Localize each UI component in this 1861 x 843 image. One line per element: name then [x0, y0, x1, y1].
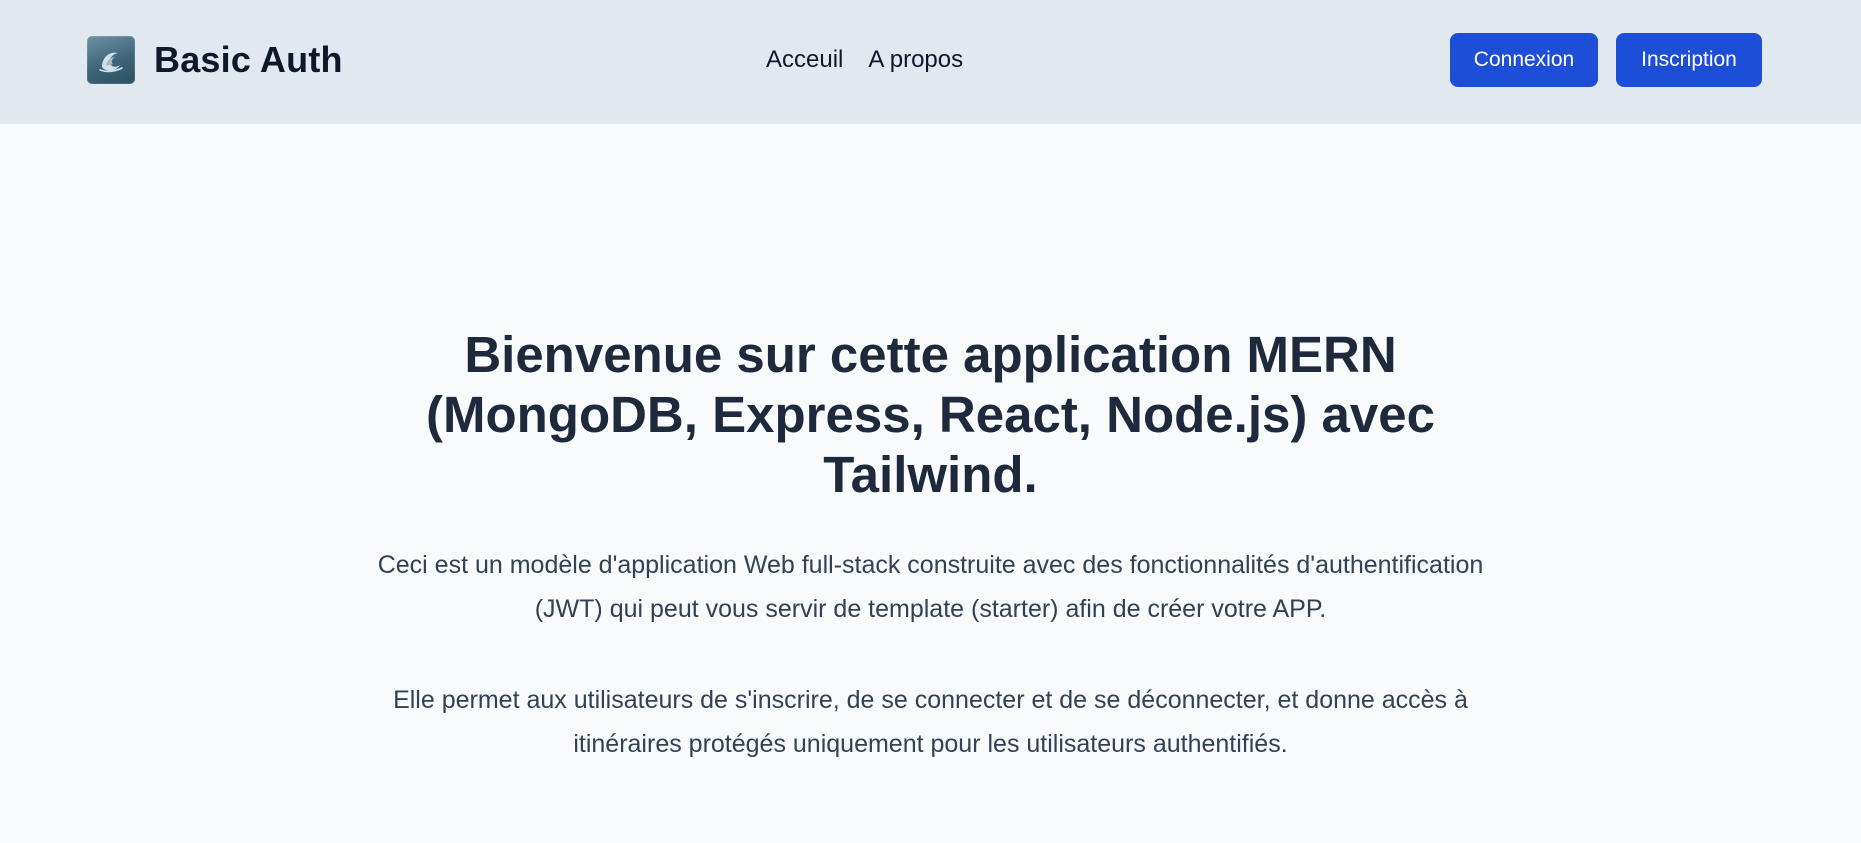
hero-title: Bienvenue sur cette application MERN (Mo…: [426, 326, 1435, 503]
wave-icon[interactable]: [87, 36, 135, 84]
nav-link-home[interactable]: Acceuil: [766, 46, 843, 74]
hero-section: Bienvenue sur cette application MERN (Mo…: [0, 325, 1861, 766]
hero-features: Elle permet aux utilisateurs de s'inscri…: [393, 686, 1468, 758]
brand-name: Basic Auth: [154, 39, 343, 80]
hero-description: Ceci est un modèle d'application Web ful…: [377, 551, 1484, 623]
navbar: Basic Auth Acceuil A propos Connexion In…: [0, 0, 1861, 124]
nav-link-about[interactable]: A propos: [868, 46, 963, 74]
login-button[interactable]: Connexion: [1450, 33, 1598, 87]
brand[interactable]: Basic Auth: [87, 36, 343, 84]
signup-button[interactable]: Inscription: [1616, 33, 1762, 87]
auth-actions: Connexion Inscription: [1450, 33, 1762, 87]
main-nav: Acceuil A propos: [766, 46, 963, 74]
